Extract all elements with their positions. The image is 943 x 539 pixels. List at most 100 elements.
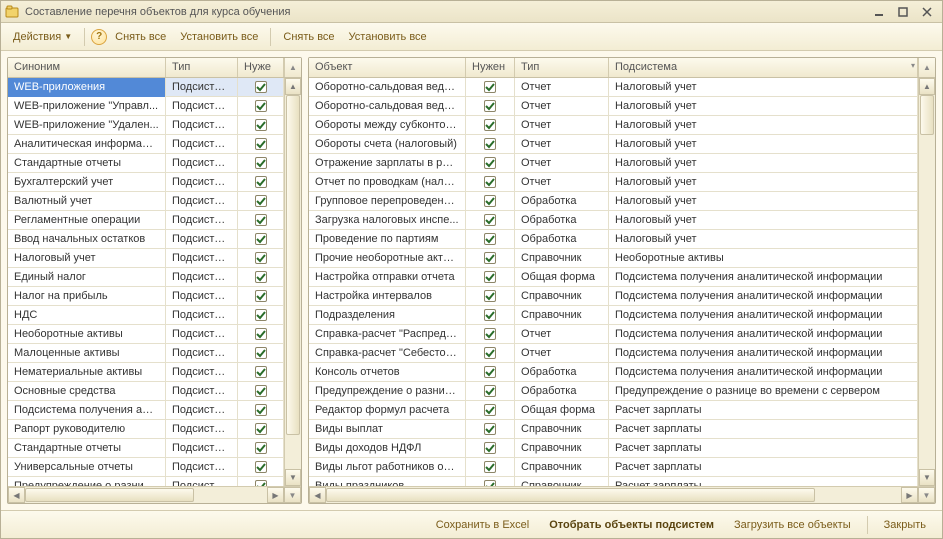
table-row[interactable]: Регламентные операцииПодсистема (8, 211, 284, 230)
check-all-right-button[interactable]: Установить все (343, 28, 433, 46)
checkbox[interactable] (255, 176, 267, 188)
col-object[interactable]: Объект (309, 58, 466, 77)
table-row[interactable]: Справка-расчет "Распреде...ОтчетПодсисте… (309, 325, 918, 344)
table-row[interactable]: Виды льгот работников орг...СправочникРа… (309, 458, 918, 477)
checkbox[interactable] (484, 309, 496, 321)
right-rows[interactable]: Оборотно-сальдовая ведо...ОтчетНалоговый… (309, 78, 918, 486)
table-row[interactable]: Ввод начальных остатковПодсистема (8, 230, 284, 249)
table-row[interactable]: Отчет по проводкам (налог...ОтчетНалогов… (309, 173, 918, 192)
table-row[interactable]: НДСПодсистема (8, 306, 284, 325)
scroll-up-button[interactable]: ▲ (285, 78, 301, 95)
checkbox[interactable] (484, 195, 496, 207)
table-row[interactable]: Бухгалтерский учетПодсистема (8, 173, 284, 192)
table-row[interactable]: Налоговый учетПодсистема (8, 249, 284, 268)
col-type-right[interactable]: Тип (515, 58, 609, 77)
scroll-up-button[interactable]: ▲ (919, 78, 935, 95)
right-vscrollbar[interactable]: ▲ ▼ (918, 78, 935, 486)
checkbox[interactable] (484, 480, 496, 486)
col-needed-right[interactable]: Нужен (466, 58, 515, 77)
table-row[interactable]: Групповое перепроведение...ОбработкаНало… (309, 192, 918, 211)
table-row[interactable]: Малоценные активыПодсистема (8, 344, 284, 363)
checkbox[interactable] (255, 271, 267, 283)
checkbox[interactable] (255, 195, 267, 207)
checkbox[interactable] (255, 119, 267, 131)
checkbox[interactable] (255, 309, 267, 321)
scroll-down-button[interactable]: ▼ (919, 469, 935, 486)
select-subsystem-objects-button[interactable]: Отобрать объекты подсистем (541, 516, 722, 534)
load-all-objects-button[interactable]: Загрузить все объекты (726, 516, 859, 534)
save-excel-button[interactable]: Сохранить в Excel (428, 516, 538, 534)
checkbox[interactable] (255, 423, 267, 435)
checkbox[interactable] (484, 271, 496, 283)
table-row[interactable]: Настройка интерваловСправочникПодсистема… (309, 287, 918, 306)
checkbox[interactable] (484, 442, 496, 454)
close-form-button[interactable]: Закрыть (876, 516, 934, 534)
checkbox[interactable] (255, 347, 267, 359)
checkbox[interactable] (255, 366, 267, 378)
table-row[interactable]: Стандартные отчетыПодсистема (8, 154, 284, 173)
check-all-left-button[interactable]: Установить все (174, 28, 264, 46)
table-row[interactable]: Аналитическая информацияПодсистема (8, 135, 284, 154)
checkbox[interactable] (255, 328, 267, 340)
table-row[interactable]: Подсистема получения ана...Подсистема (8, 401, 284, 420)
checkbox[interactable] (255, 157, 267, 169)
checkbox[interactable] (484, 347, 496, 359)
table-row[interactable]: Необоротные активыПодсистема (8, 325, 284, 344)
table-row[interactable]: Загрузка налоговых инспе...ОбработкаНало… (309, 211, 918, 230)
table-row[interactable]: Основные средстваПодсистема (8, 382, 284, 401)
scroll-thumb[interactable] (286, 95, 300, 435)
table-row[interactable]: Налог на прибыльПодсистема (8, 287, 284, 306)
uncheck-all-left-button[interactable]: Снять все (109, 28, 172, 46)
minimize-button[interactable] (868, 4, 890, 20)
table-row[interactable]: Единый налогПодсистема (8, 268, 284, 287)
table-row[interactable]: Стандартные отчетыПодсистема (8, 439, 284, 458)
scroll-left-button[interactable]: ◀ (309, 487, 326, 503)
checkbox[interactable] (255, 214, 267, 226)
table-row[interactable]: Консоль отчетовОбработкаПодсистема получ… (309, 363, 918, 382)
checkbox[interactable] (255, 385, 267, 397)
table-row[interactable]: WEB-приложение "Управл...Подсистема (8, 97, 284, 116)
checkbox[interactable] (484, 214, 496, 226)
checkbox[interactable] (255, 100, 267, 112)
scroll-thumb[interactable] (920, 95, 934, 135)
maximize-button[interactable] (892, 4, 914, 20)
table-row[interactable]: Справка-расчет "Себестои...ОтчетПодсисте… (309, 344, 918, 363)
checkbox[interactable] (255, 461, 267, 473)
col-synonym[interactable]: Синоним (8, 58, 166, 77)
table-row[interactable]: Оборотно-сальдовая ведо...ОтчетНалоговый… (309, 78, 918, 97)
table-row[interactable]: Предупреждение о разниц...Подсистема (8, 477, 284, 486)
checkbox[interactable] (484, 81, 496, 93)
checkbox[interactable] (255, 290, 267, 302)
left-vscrollbar[interactable]: ▲ ▼ (284, 78, 301, 486)
table-row[interactable]: WEB-приложение "Удален...Подсистема (8, 116, 284, 135)
table-row[interactable]: Проведение по партиямОбработкаНалоговый … (309, 230, 918, 249)
uncheck-all-right-button[interactable]: Снять все (277, 28, 340, 46)
actions-menu[interactable]: Действия ▼ (7, 28, 78, 46)
checkbox[interactable] (255, 252, 267, 264)
table-row[interactable]: WEB-приложенияПодсистема (8, 78, 284, 97)
checkbox[interactable] (484, 100, 496, 112)
table-row[interactable]: Прочие необоротные активыСправочникНеобо… (309, 249, 918, 268)
scroll-left-button[interactable]: ◀ (8, 487, 25, 503)
checkbox[interactable] (255, 480, 267, 486)
checkbox[interactable] (484, 328, 496, 340)
left-hscrollbar[interactable]: ◀ ▶ ▼ (8, 486, 301, 503)
right-hscrollbar[interactable]: ◀ ▶ ▼ (309, 486, 935, 503)
table-row[interactable]: Редактор формул расчетаОбщая формаРасчет… (309, 401, 918, 420)
scroll-right-button[interactable]: ▶ (901, 487, 918, 503)
table-row[interactable]: Настройка отправки отчетаОбщая формаПодс… (309, 268, 918, 287)
checkbox[interactable] (484, 176, 496, 188)
checkbox[interactable] (255, 81, 267, 93)
table-row[interactable]: Оборотно-сальдовая ведо...ОтчетНалоговый… (309, 97, 918, 116)
table-row[interactable]: Предупреждение о разниц...ОбработкаПреду… (309, 382, 918, 401)
checkbox[interactable] (484, 404, 496, 416)
hscroll-track[interactable] (326, 487, 901, 503)
scroll-right-button[interactable]: ▶ (267, 487, 284, 503)
checkbox[interactable] (484, 119, 496, 131)
table-row[interactable]: Виды доходов НДФЛСправочникРасчет зарпла… (309, 439, 918, 458)
table-row[interactable]: Виды праздниковСправочникРасчет зарплаты (309, 477, 918, 486)
col-needed-left[interactable]: Нуже (238, 58, 284, 77)
checkbox[interactable] (255, 404, 267, 416)
hscroll-thumb[interactable] (25, 488, 194, 502)
hscroll-track[interactable] (25, 487, 267, 503)
